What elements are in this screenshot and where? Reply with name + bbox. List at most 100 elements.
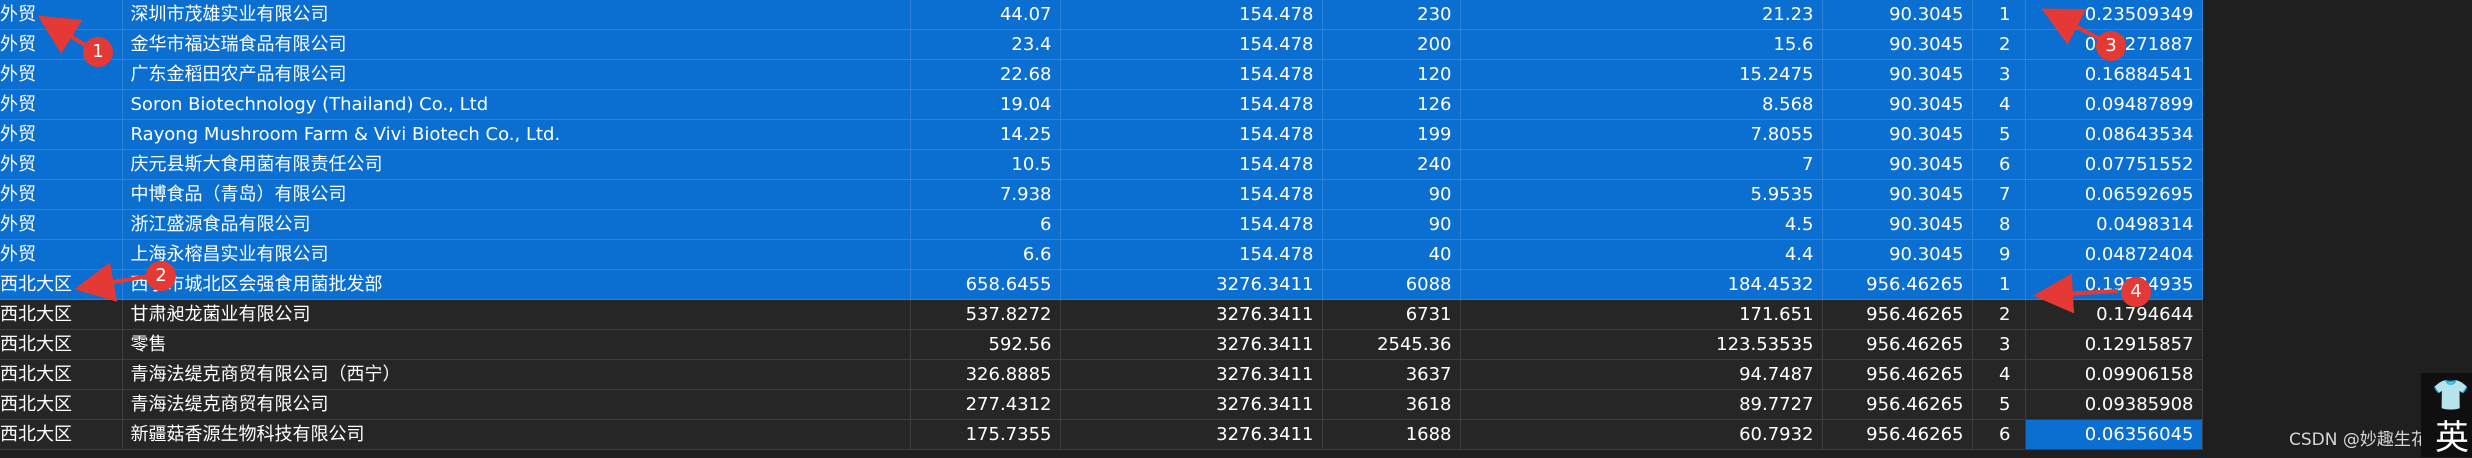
- cell-value-3[interactable]: 230: [1322, 0, 1461, 30]
- cell-value-3[interactable]: 90: [1322, 209, 1461, 240]
- cell-company[interactable]: Rayong Mushroom Farm & Vivi Biotech Co.,…: [122, 119, 911, 150]
- cell-value-5[interactable]: 956.46265: [1822, 299, 1973, 330]
- cell-value-3[interactable]: 90: [1322, 179, 1461, 210]
- cell-company[interactable]: 庆元县斯大食用菌有限责任公司: [122, 149, 911, 180]
- cell-value-3[interactable]: 126: [1322, 89, 1461, 120]
- cell-region[interactable]: 外贸: [0, 179, 123, 210]
- cell-company[interactable]: 浙江盛源食品有限公司: [122, 209, 911, 240]
- cell-value-4[interactable]: 89.7727: [1460, 389, 1823, 420]
- cell-value-1[interactable]: 592.56: [910, 329, 1061, 360]
- cell-value-3[interactable]: 2545.36: [1322, 329, 1461, 360]
- cell-company[interactable]: 上海永榕昌实业有限公司: [122, 239, 911, 270]
- table-row[interactable]: 外贸 金华市福达瑞食品有限公司 23.4 154.478 200 15.6 90.3045 2…: [0, 29, 2203, 60]
- cell-value-2[interactable]: 154.478: [1060, 179, 1323, 210]
- cell-value-1[interactable]: 22.68: [910, 59, 1061, 90]
- cell-value-3[interactable]: 240: [1322, 149, 1461, 180]
- cell-company[interactable]: 广东金稻田农产品有限公司: [122, 59, 911, 90]
- cell-rank[interactable]: 5: [1972, 119, 2026, 150]
- cell-value-4[interactable]: 171.651: [1460, 299, 1823, 330]
- cell-ratio[interactable]: 0.23509349: [2025, 0, 2203, 30]
- cell-value-2[interactable]: 154.478: [1060, 119, 1323, 150]
- cell-rank[interactable]: 8: [1972, 209, 2026, 240]
- cell-ratio[interactable]: 0.06356045: [2025, 419, 2203, 450]
- cell-value-2[interactable]: 3276.3411: [1060, 389, 1323, 420]
- cell-ratio[interactable]: 0.09906158: [2025, 359, 2203, 390]
- cell-value-5[interactable]: 90.3045: [1822, 89, 1973, 120]
- cell-value-5[interactable]: 956.46265: [1822, 419, 1973, 450]
- cell-value-1[interactable]: 277.4312: [910, 389, 1061, 420]
- cell-value-1[interactable]: 14.25: [910, 119, 1061, 150]
- cell-value-5[interactable]: 956.46265: [1822, 269, 1973, 300]
- cell-company[interactable]: 西宁市城北区会强食用菌批发部: [122, 269, 911, 300]
- table-row[interactable]: 外贸 广东金稻田农产品有限公司 22.68 154.478 120 15.2475 90.3…: [0, 59, 2203, 90]
- cell-value-1[interactable]: 326.8885: [910, 359, 1061, 390]
- cell-value-1[interactable]: 23.4: [910, 29, 1061, 60]
- cell-value-2[interactable]: 154.478: [1060, 0, 1323, 30]
- cell-ratio[interactable]: 0.07751552: [2025, 149, 2203, 180]
- cell-company[interactable]: 新疆菇香源生物科技有限公司: [122, 419, 911, 450]
- cell-value-4[interactable]: 7: [1460, 149, 1823, 180]
- table-row[interactable]: 西北大区 青海法缇克商贸有限公司 277.4312 3276.3411 3618 89.7…: [0, 389, 2203, 420]
- cell-value-4[interactable]: 7.8055: [1460, 119, 1823, 150]
- cell-value-3[interactable]: 6731: [1322, 299, 1461, 330]
- cell-rank[interactable]: 2: [1972, 299, 2026, 330]
- cell-rank[interactable]: 2: [1972, 29, 2026, 60]
- cell-value-3[interactable]: 120: [1322, 59, 1461, 90]
- cell-value-5[interactable]: 956.46265: [1822, 389, 1973, 420]
- table-row[interactable]: 西北大区 新疆菇香源生物科技有限公司 175.7355 3276.3411 1688 60…: [0, 419, 2203, 450]
- cell-value-4[interactable]: 5.9535: [1460, 179, 1823, 210]
- cell-rank[interactable]: 4: [1972, 359, 2026, 390]
- cell-region[interactable]: 外贸: [0, 89, 123, 120]
- cell-value-2[interactable]: 3276.3411: [1060, 419, 1323, 450]
- cell-value-4[interactable]: 60.7932: [1460, 419, 1823, 450]
- table-row[interactable]: 西北大区 甘肃昶龙菌业有限公司 537.8272 3276.3411 6731 171.6…: [0, 299, 2203, 330]
- cell-ratio[interactable]: 0.16884541: [2025, 59, 2203, 90]
- cell-company[interactable]: 中博食品（青岛）有限公司: [122, 179, 911, 210]
- cell-value-5[interactable]: 956.46265: [1822, 329, 1973, 360]
- cell-value-3[interactable]: 3637: [1322, 359, 1461, 390]
- cell-region[interactable]: 西北大区: [0, 329, 123, 360]
- cell-region[interactable]: 外贸: [0, 119, 123, 150]
- table-row[interactable]: 外贸 庆元县斯大食用菌有限责任公司 10.5 154.478 240 7 90.3045 6 0…: [0, 149, 2203, 180]
- cell-value-1[interactable]: 6: [910, 209, 1061, 240]
- cell-value-2[interactable]: 3276.3411: [1060, 269, 1323, 300]
- cell-value-5[interactable]: 956.46265: [1822, 359, 1973, 390]
- cell-rank[interactable]: 9: [1972, 239, 2026, 270]
- cell-company[interactable]: 青海法缇克商贸有限公司（西宁）: [122, 359, 911, 390]
- cell-value-4[interactable]: 184.4532: [1460, 269, 1823, 300]
- cell-value-3[interactable]: 3618: [1322, 389, 1461, 420]
- cell-region[interactable]: 西北大区: [0, 359, 123, 390]
- table-row[interactable]: 外贸 Soron Biotechnology (Thailand) Co., Lt…: [0, 89, 2203, 120]
- cell-ratio[interactable]: 0.04872404: [2025, 239, 2203, 270]
- table-row[interactable]: 外贸 中博食品（青岛）有限公司 7.938 154.478 90 5.9535 90.304…: [0, 179, 2203, 210]
- cell-value-5[interactable]: 90.3045: [1822, 149, 1973, 180]
- cell-value-4[interactable]: 15.6: [1460, 29, 1823, 60]
- table-row[interactable]: 西北大区 西宁市城北区会强食用菌批发部 658.6455 3276.3411 6088 1…: [0, 269, 2203, 300]
- cell-rank[interactable]: 3: [1972, 329, 2026, 360]
- cell-value-1[interactable]: 658.6455: [910, 269, 1061, 300]
- cell-company[interactable]: 青海法缇克商贸有限公司: [122, 389, 911, 420]
- table-row[interactable]: 外贸 上海永榕昌实业有限公司 6.6 154.478 40 4.4 90.3045 9 0.04…: [0, 239, 2203, 270]
- table-row[interactable]: 外贸 Rayong Mushroom Farm & Vivi Biotech Co…: [0, 119, 2203, 150]
- cell-company[interactable]: 零售: [122, 329, 911, 360]
- cell-rank[interactable]: 1: [1972, 269, 2026, 300]
- cell-ratio[interactable]: 0.06592695: [2025, 179, 2203, 210]
- cell-value-1[interactable]: 44.07: [910, 0, 1061, 30]
- cell-value-2[interactable]: 154.478: [1060, 59, 1323, 90]
- cell-value-5[interactable]: 90.3045: [1822, 119, 1973, 150]
- cell-value-2[interactable]: 154.478: [1060, 29, 1323, 60]
- cell-value-1[interactable]: 537.8272: [910, 299, 1061, 330]
- cell-region[interactable]: 外贸: [0, 209, 123, 240]
- cell-ratio[interactable]: 0.1794644: [2025, 299, 2203, 330]
- cell-company[interactable]: 深圳市茂雄实业有限公司: [122, 0, 911, 30]
- cell-value-1[interactable]: 7.938: [910, 179, 1061, 210]
- cell-value-1[interactable]: 10.5: [910, 149, 1061, 180]
- cell-value-4[interactable]: 4.5: [1460, 209, 1823, 240]
- cell-value-5[interactable]: 90.3045: [1822, 29, 1973, 60]
- cell-value-5[interactable]: 90.3045: [1822, 59, 1973, 90]
- cell-value-5[interactable]: 90.3045: [1822, 179, 1973, 210]
- cell-ratio[interactable]: 0.0498314: [2025, 209, 2203, 240]
- cell-value-3[interactable]: 200: [1322, 29, 1461, 60]
- cell-value-2[interactable]: 3276.3411: [1060, 299, 1323, 330]
- cell-value-4[interactable]: 4.4: [1460, 239, 1823, 270]
